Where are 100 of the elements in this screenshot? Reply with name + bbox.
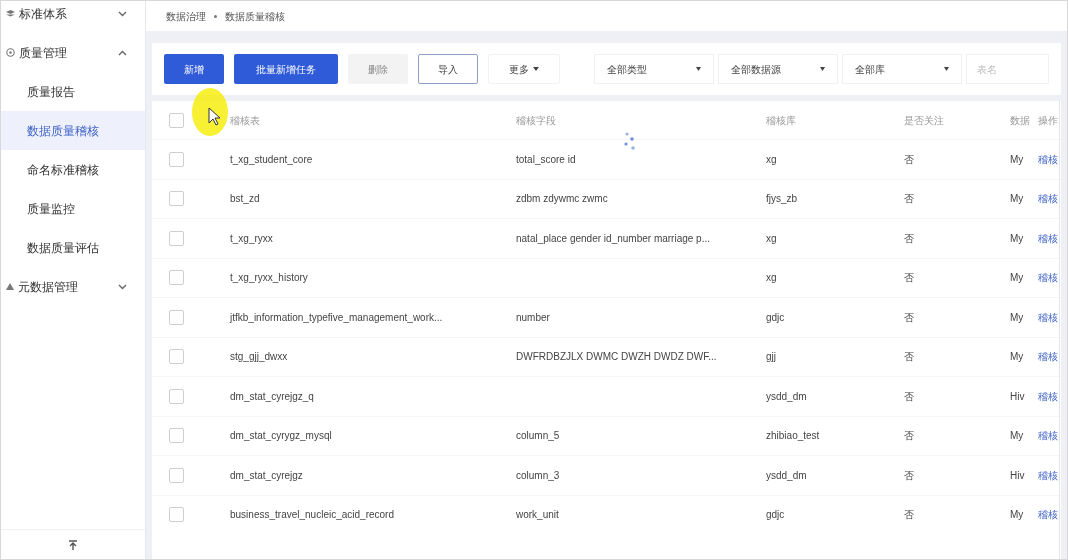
table-cell: business_travel_nucleic_acid_record <box>230 509 394 521</box>
button[interactable]: 新增 <box>164 54 224 84</box>
table-cell: dm_stat_cyrejgz_q <box>230 390 314 402</box>
checkbox[interactable] <box>169 309 184 325</box>
action-link[interactable]: 稽核 <box>1038 351 1058 363</box>
breadcrumb-item[interactable]: 数据治理 <box>166 8 206 24</box>
table-cell: dm_stat_cyrygz_mysql <box>230 430 332 442</box>
table-cell: 否 <box>904 153 914 165</box>
table-cell: gdjc <box>766 311 785 323</box>
table-cell: jtfkb_information_typefive_management_work... <box>230 311 443 323</box>
table-cell: Hiv <box>1010 469 1025 481</box>
caret-down-icon <box>820 67 825 71</box>
column-header: 稽核表 <box>230 113 261 128</box>
checkbox[interactable] <box>169 388 184 404</box>
table-cell: xg <box>766 232 777 244</box>
table-cell: My <box>1010 351 1024 363</box>
select-value: 全部类型 <box>607 62 647 77</box>
table-cell: ysdd_dm <box>766 469 807 481</box>
action-link[interactable]: 稽核 <box>1038 509 1058 521</box>
sidebar-item[interactable]: 数据质量评估 <box>1 228 145 267</box>
sidebar-group[interactable]: 标准体系 <box>1 0 145 33</box>
table-cell: ysdd_dm <box>766 390 807 402</box>
table-cell: My <box>1010 311 1024 323</box>
table-cell: zhibiao_test <box>766 430 820 442</box>
target-icon <box>6 48 15 57</box>
column-header: 是否关注 <box>904 113 945 128</box>
table-cell: work_unit <box>516 509 559 521</box>
table-cell: xg <box>766 153 777 165</box>
table-cell: xg <box>766 272 777 284</box>
table-cell: My <box>1010 193 1024 205</box>
chevron-up-icon <box>118 49 127 56</box>
chevron-down-icon <box>118 283 127 290</box>
table-cell: zdbm zdywmc zwmc <box>516 193 608 205</box>
table-cell: 否 <box>904 272 914 284</box>
checkbox[interactable] <box>169 151 184 167</box>
table-cell: My <box>1010 509 1024 521</box>
chevron-down-icon <box>118 10 127 17</box>
table-cell: 否 <box>904 390 914 402</box>
select-value: 全部库 <box>855 62 885 77</box>
action-link[interactable]: 稽核 <box>1038 311 1058 323</box>
table-cell: 否 <box>904 469 914 481</box>
action-link[interactable]: 稽核 <box>1038 390 1058 402</box>
table-cell: gdjc <box>766 509 785 521</box>
table-cell: total_score id <box>516 153 576 165</box>
column-header: 稽核库 <box>766 113 797 128</box>
action-link[interactable]: 稽核 <box>1038 232 1058 244</box>
caret-down-icon <box>696 67 701 71</box>
table-cell: t_xg_ryxx_history <box>230 272 308 284</box>
table-cell: column_5 <box>516 430 560 442</box>
select-value: 全部数据源 <box>731 62 781 77</box>
sidebar-item[interactable]: 命名标准稽核 <box>1 150 145 189</box>
button[interactable]: 批量新增任务 <box>234 54 338 84</box>
checkbox[interactable] <box>169 230 184 246</box>
button[interactable]: 导入 <box>418 54 478 84</box>
dropdown-button[interactable]: 更多 <box>488 54 560 84</box>
checkbox[interactable] <box>169 428 184 444</box>
checkbox[interactable] <box>169 349 184 365</box>
table-cell: natal_place gender id_number marriage p... <box>516 232 710 244</box>
checkbox[interactable] <box>169 507 184 523</box>
table-cell: 否 <box>904 232 914 244</box>
table-cell: 否 <box>904 509 914 521</box>
triangle-icon <box>6 283 14 290</box>
action-link[interactable]: 稽核 <box>1038 430 1058 442</box>
caret-down-icon <box>944 67 949 71</box>
action-link[interactable]: 稽核 <box>1038 272 1058 284</box>
table-cell: fjys_zb <box>766 193 798 205</box>
table-cell: My <box>1010 153 1024 165</box>
table-cell: Hiv <box>1010 390 1025 402</box>
sidebar-item[interactable]: 数据质量稽核 <box>1 111 145 150</box>
select-field[interactable]: 全部库 <box>842 54 962 84</box>
sidebar-group[interactable]: 质量管理 <box>1 33 145 72</box>
checkbox[interactable] <box>169 191 184 207</box>
select-field[interactable]: 全部类型 <box>594 54 714 84</box>
table-cell: gjj <box>766 351 776 363</box>
sidebar-item[interactable]: 质量报告 <box>1 72 145 111</box>
table-cell: DWFRDBZJLX DWMC DWZH DWDZ DWF... <box>516 351 717 363</box>
action-link[interactable]: 稽核 <box>1038 193 1058 205</box>
checkbox[interactable] <box>169 270 184 286</box>
table-cell: t_xg_student_core <box>230 153 313 165</box>
table-cell: 否 <box>904 351 914 363</box>
column-header: 数据 <box>1010 113 1031 128</box>
select-field[interactable]: 全部数据源 <box>718 54 838 84</box>
table-cell: 否 <box>904 311 914 323</box>
column-header: 稽核字段 <box>516 113 557 128</box>
checkbox[interactable] <box>169 467 184 483</box>
table-cell: number <box>516 311 550 323</box>
collapse-icon[interactable] <box>67 538 79 551</box>
search-field[interactable]: 表名 <box>966 54 1049 84</box>
table-cell: My <box>1010 430 1024 442</box>
layers-icon <box>6 10 15 17</box>
sidebar-group[interactable]: 元数据管理 <box>1 267 145 306</box>
sidebar-item[interactable]: 质量监控 <box>1 189 145 228</box>
action-link[interactable]: 稽核 <box>1038 153 1058 165</box>
table-cell: stg_gjj_dwxx <box>230 351 288 363</box>
action-link[interactable]: 稽核 <box>1038 469 1058 481</box>
table-cell: column_3 <box>516 469 560 481</box>
breadcrumb-item[interactable]: 数据质量稽核 <box>225 8 285 24</box>
checkbox[interactable] <box>169 112 184 128</box>
table-cell: 否 <box>904 430 914 442</box>
table-cell: t_xg_ryxx <box>230 232 273 244</box>
